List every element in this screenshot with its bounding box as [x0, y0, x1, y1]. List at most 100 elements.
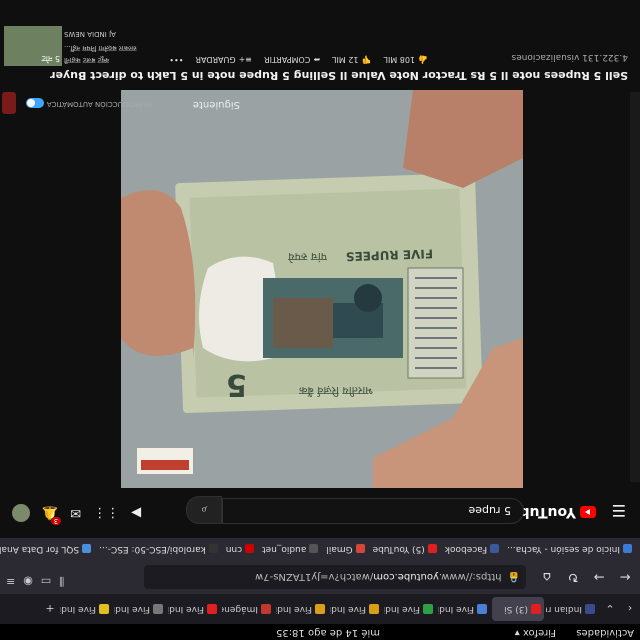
browser-tab[interactable]: Imágenes: [222, 597, 274, 621]
library-icon[interactable]: ⫼: [59, 574, 64, 588]
bookmark-label: Inicio de sesión - Yacha...: [507, 544, 620, 554]
notifications-icon[interactable]: 🔔 3: [42, 506, 62, 526]
tab-label: Imágenes: [222, 604, 258, 614]
tab-favicon-icon: [369, 604, 379, 614]
tab-label: Five India: [60, 604, 96, 614]
suggested-video[interactable]: 5 नोट क्यूट बजट कहानी सरकार बदलेगा नियम …: [0, 0, 190, 74]
screen: Actividades Firefox ▾ mié 14 de ago 18:3…: [0, 0, 640, 640]
bookmark-favicon-icon: [490, 544, 500, 554]
clock[interactable]: mié 14 de ago 18:35: [276, 627, 380, 638]
bookmark-favicon-icon: [208, 544, 218, 554]
create-video-icon[interactable]: ▶: [131, 506, 141, 521]
suggested-video-title-line2: सरकार बदलेगा नियम नहीं...: [64, 44, 137, 52]
suggested-video-title-line1: क्यूट बजट कहानी: [64, 56, 110, 64]
activities-button[interactable]: Actividades: [576, 627, 634, 638]
url-bar[interactable]: 🔒 https://www. youtube.com /watch?v=Jy1T…: [144, 565, 526, 589]
bookmark-item[interactable]: Inicio de sesión - Yacha...: [507, 544, 632, 554]
browser-tab[interactable]: Indian rupe: [546, 597, 598, 621]
system-top-bar: Actividades Firefox ▾ mié 14 de ago 18:3…: [0, 624, 640, 640]
bookmark-label: SQL for Data Analysis |...: [0, 544, 80, 554]
autoplay-label: REPRODUCCIÓN AUTOMÁTICA: [46, 100, 152, 108]
bookmark-favicon-icon: [427, 544, 437, 554]
apps-icon[interactable]: ⋮⋮: [93, 506, 119, 521]
video-player[interactable]: FIVE RUPEES पांच रुपये 5 भारतीय रिज़र्व …: [121, 90, 523, 488]
share-icon: ➦: [313, 55, 321, 64]
tab-label: (3) Si: [504, 604, 528, 614]
view-count: 4.322.131 visualizaciones: [511, 52, 628, 62]
bookmark-item[interactable]: SQL for Data Analysis |...: [0, 544, 92, 554]
menu-icon[interactable]: ≡: [6, 574, 15, 588]
bookmark-label: cnn: [225, 544, 243, 554]
tab-favicon-icon: [585, 604, 595, 614]
messages-icon[interactable]: ✉: [70, 506, 81, 521]
extension-icon[interactable]: ◉: [23, 574, 33, 588]
tab-label: Five India: [276, 604, 312, 614]
tab-label: Five India: [384, 604, 420, 614]
notification-count: 3: [50, 517, 62, 526]
bookmark-label: Gmail: [326, 544, 353, 554]
tab-list-icon[interactable]: ⌄: [600, 597, 620, 621]
tab-label: Five India: [438, 604, 474, 614]
bookmark-favicon-icon: [623, 544, 632, 554]
search-icon[interactable]: ⌕: [186, 496, 222, 524]
thumbs-down-icon: 👎: [361, 55, 372, 64]
youtube-play-icon: [580, 506, 596, 518]
tab-strip: ‹ ⌄ Indian rupe (3) Si Five India Five Indi…: [0, 594, 640, 624]
note-text-hindi: पांच रुपये: [288, 250, 327, 263]
guide-menu-icon[interactable]: ☰: [612, 501, 626, 520]
bookmark-item[interactable]: cnn: [225, 544, 255, 554]
tab-favicon-icon: [207, 604, 217, 614]
browser-tab[interactable]: Five India: [60, 597, 112, 621]
page-watermark-icon: [2, 92, 16, 114]
like-count: 108 MIL: [383, 55, 416, 64]
home-icon[interactable]: ⌂: [536, 566, 558, 588]
app-menu[interactable]: Firefox ▾: [515, 627, 556, 638]
search-input[interactable]: 5 rupee: [222, 498, 524, 524]
tab-label: Five India: [114, 604, 150, 614]
bookmark-favicon-icon: [82, 544, 92, 554]
suggested-video-channel: AJ INDIA NEWS: [64, 30, 116, 38]
tab-scroll-left-icon[interactable]: ‹: [620, 597, 640, 621]
video-frame: [121, 90, 523, 488]
language-panel: [407, 267, 464, 379]
browser-tab[interactable]: Five India: [384, 597, 436, 621]
bookmarks-bar: Inicio de sesión - Yacha... Facebook (5) Y…: [0, 537, 640, 560]
tractor-wheel: [354, 284, 382, 312]
url-domain: youtube.com: [373, 571, 439, 583]
save-icon: ≡+: [238, 55, 253, 64]
up-next-label: Siguiente: [192, 99, 240, 110]
save-button[interactable]: ≡+ GUARDAR: [195, 55, 252, 64]
bookmark-item[interactable]: Gmail: [326, 544, 365, 554]
share-button[interactable]: ➦ COMPARTIR: [264, 55, 320, 64]
url-path: /watch?v=Jy1TAZNs-7w: [255, 571, 374, 583]
dislike-button[interactable]: 👎 12 MIL: [332, 55, 371, 64]
forward-icon[interactable]: →: [588, 566, 610, 588]
bookmark-label: Facebook: [444, 544, 488, 554]
browser-tab[interactable]: Five India: [168, 597, 220, 621]
browser-tab[interactable]: (3) Si: [492, 597, 544, 621]
sidebar-icon[interactable]: ▭: [41, 574, 51, 588]
back-icon[interactable]: ←: [614, 566, 636, 588]
bookmark-item[interactable]: Facebook: [444, 544, 500, 554]
bookmark-item[interactable]: audio_net: [262, 544, 319, 554]
navigation-bar: ← → ↻ ⌂ 🔒 https://www. youtube.com /watc…: [0, 560, 640, 594]
tab-favicon-icon: [261, 604, 271, 614]
browser-tab[interactable]: Five India: [330, 597, 382, 621]
page-edge: [630, 92, 640, 482]
browser-tab[interactable]: Five India: [114, 597, 166, 621]
reload-icon[interactable]: ↻: [562, 566, 584, 588]
youtube-header: ☰ YouTube EC 5 rupee ⌕ ▶ ⋮⋮ ✉ 🔔3: [0, 482, 640, 538]
tab-favicon-icon: [531, 604, 541, 614]
tab-favicon-icon: [99, 604, 109, 614]
bookmark-item[interactable]: (5) YouTube: [373, 544, 437, 554]
browser-tab[interactable]: Five India: [276, 597, 328, 621]
toolbar-icons: ⫼ ▭ ◉ ≡: [6, 574, 64, 588]
like-button[interactable]: 👍 108 MIL: [384, 55, 429, 64]
avatar[interactable]: [12, 504, 30, 522]
browser-tab[interactable]: Five India: [438, 597, 490, 621]
new-tab-icon[interactable]: +: [40, 597, 60, 621]
bookmark-favicon-icon: [355, 544, 365, 554]
channel-watermark-stripe: [141, 460, 189, 470]
bookmark-item[interactable]: karolobi/ESC-50: ESC-...: [99, 544, 218, 554]
autoplay-toggle[interactable]: [26, 98, 44, 108]
